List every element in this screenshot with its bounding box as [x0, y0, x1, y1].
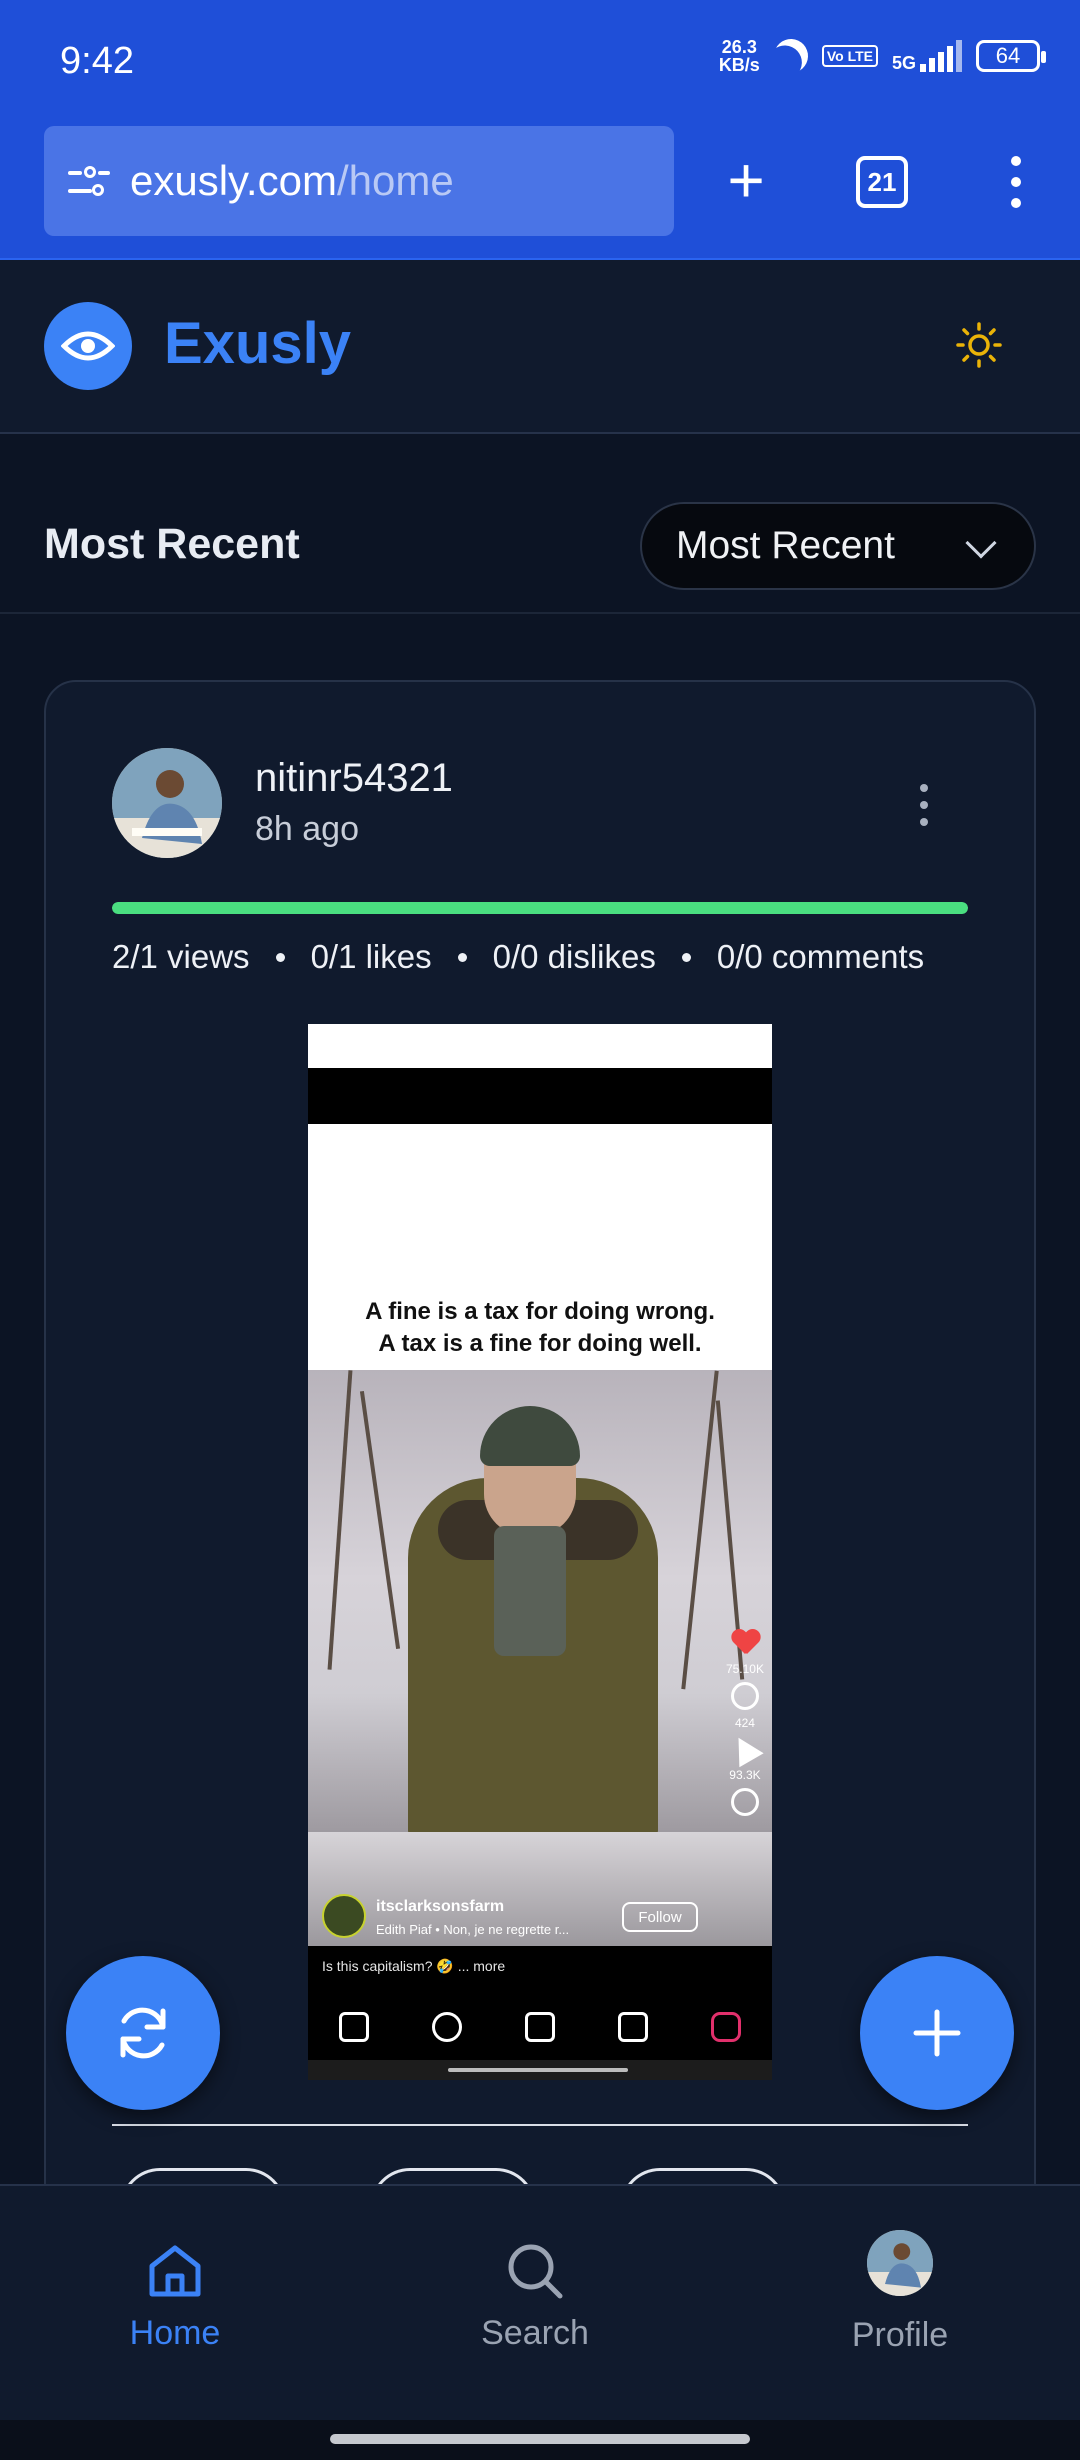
status-time: 9:42 — [60, 40, 134, 82]
profile-avatar — [867, 2230, 933, 2296]
instagram-icon — [710, 2012, 741, 2042]
plus-icon — [913, 2009, 961, 2057]
search-icon — [432, 2012, 463, 2042]
send-icon — [726, 1730, 764, 1768]
nav-search-label: Search — [481, 2314, 589, 2352]
comments-stat[interactable]: 0/0 comments — [717, 938, 924, 976]
view-progress-bar — [112, 902, 968, 914]
more-options-icon[interactable] — [914, 784, 934, 826]
media-photo — [308, 1370, 772, 1832]
reel-actions: 75.10K 424 93.3K — [726, 1630, 764, 1816]
reel-app-nav — [308, 1994, 772, 2060]
chevron-down-icon — [965, 527, 997, 559]
reel-follow-button: Follow — [622, 1902, 698, 1932]
net-speed: 26.3 KB/s — [718, 37, 760, 75]
post-stats: 2/1 views 0/1 likes 0/0 dislikes 0/0 com… — [112, 938, 982, 976]
create-post-button[interactable] — [860, 1956, 1014, 2110]
search-icon — [508, 2244, 563, 2299]
sort-value: Most Recent — [676, 524, 895, 567]
nav-home-label: Home — [129, 2314, 221, 2352]
sun-icon[interactable] — [954, 320, 1004, 370]
section-title: Most Recent — [44, 520, 300, 568]
nav-home[interactable]: Home — [55, 2240, 295, 2353]
sort-dropdown[interactable]: Most Recent — [640, 502, 1036, 590]
divider — [112, 2124, 968, 2126]
post-media[interactable]: A fine is a tax for doing wrong. A tax i… — [308, 1024, 772, 2080]
comment-icon — [730, 1682, 759, 1710]
eye-logo-icon[interactable] — [44, 302, 132, 390]
do-not-disturb-icon — [769, 34, 813, 78]
address-bar[interactable]: exusly.com/home — [44, 126, 674, 236]
heart-icon — [731, 1630, 759, 1656]
likes-stat[interactable]: 0/1 likes — [311, 938, 432, 976]
home-gesture-bar[interactable] — [330, 2434, 750, 2444]
app-header — [0, 260, 1080, 434]
browser-menu-icon[interactable] — [996, 156, 1036, 208]
views-stat: 2/1 views — [112, 938, 250, 975]
new-tab-button[interactable]: + — [720, 148, 772, 212]
reel-song: Edith Piaf • Non, je ne regrette r... — [376, 1922, 570, 1937]
home-icon — [149, 2245, 201, 2297]
battery-icon: 64 — [976, 40, 1046, 72]
tab-switcher-button[interactable]: 21 — [856, 156, 908, 208]
refresh-button[interactable] — [66, 1956, 220, 2110]
refresh-icon — [120, 2007, 166, 2059]
dislikes-stat[interactable]: 0/0 dislikes — [493, 938, 656, 976]
media-quote: A fine is a tax for doing wrong. A tax i… — [365, 1298, 715, 1357]
status-icons: 26.3 KB/s Vo LTE 5G 64 — [718, 37, 1046, 75]
avatar[interactable] — [112, 748, 222, 858]
site-settings-icon[interactable] — [68, 163, 110, 199]
plus-square-icon — [524, 2012, 555, 2042]
nav-profile[interactable]: Profile — [780, 2230, 1020, 2355]
volte-icon: Vo LTE — [821, 45, 878, 67]
signal-icon: 5G — [892, 40, 962, 72]
home-icon — [339, 2012, 370, 2042]
nav-profile-label: Profile — [851, 2316, 949, 2354]
post-timestamp: 8h ago — [255, 810, 359, 848]
reel-account-avatar — [322, 1894, 366, 1938]
brand-title[interactable]: Exusly — [164, 310, 351, 377]
nav-search[interactable]: Search — [415, 2240, 655, 2353]
post-username[interactable]: nitinr54321 — [255, 756, 453, 801]
whatsapp-icon — [730, 1788, 759, 1816]
reels-icon — [617, 2012, 648, 2042]
reel-account-name: itsclarksonsfarm — [376, 1898, 505, 1915]
url-text[interactable]: exusly.com/home — [130, 157, 454, 205]
reel-caption: Is this capitalism? 🤣 ... more — [308, 1946, 772, 1994]
view-progress-fill — [112, 902, 968, 914]
